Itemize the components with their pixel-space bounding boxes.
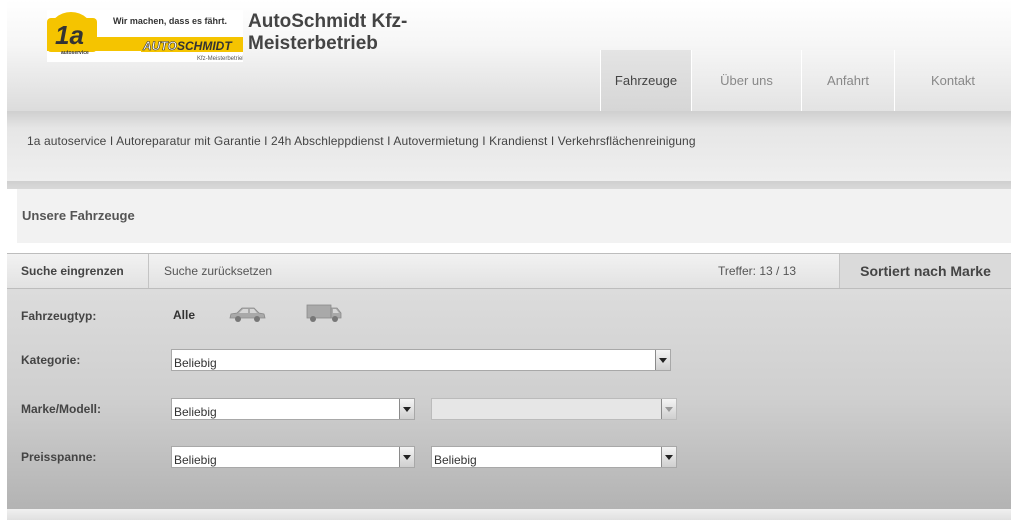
vehicle-type-label: Fahrzeugtyp:	[21, 309, 97, 323]
svg-text:Wir machen, dass es fährt.: Wir machen, dass es fährt.	[113, 16, 227, 26]
chevron-down-icon[interactable]	[399, 447, 414, 467]
price-from-select[interactable]: Beliebig	[171, 446, 415, 468]
search-narrow-tab[interactable]: Suche eingrenzen	[7, 254, 149, 288]
nav-item-anfahrt[interactable]: Anfahrt	[801, 50, 894, 111]
price-from-value: Beliebig	[174, 453, 217, 467]
page-title: Unsere Fahrzeuge	[22, 208, 135, 223]
svg-text:AUTO: AUTO	[142, 39, 177, 53]
tagline-band: 1a autoservice I Autoreparatur mit Garan…	[7, 111, 1011, 181]
search-reset-link[interactable]: Suche zurücksetzen	[164, 264, 272, 278]
search-bar: Suche eingrenzen Suche zurücksetzen Tref…	[7, 253, 1011, 289]
make-model-label: Marke/Modell:	[21, 402, 102, 416]
footer-strip	[7, 509, 1011, 520]
header: 1a autoservice Wir machen, dass es fährt…	[7, 0, 1011, 111]
svg-text:Kfz-Meisterbetrieb: Kfz-Meisterbetrieb	[197, 56, 243, 62]
chevron-down-icon	[661, 399, 676, 419]
divider	[7, 181, 1011, 189]
category-select[interactable]: Beliebig	[171, 349, 671, 371]
nav-item-kontakt[interactable]: Kontakt	[894, 50, 1011, 111]
sort-button[interactable]: Sortiert nach Marke	[839, 254, 1011, 288]
vehicle-type-all[interactable]: Alle	[173, 308, 195, 322]
svg-text:SCHMIDT: SCHMIDT	[177, 39, 233, 53]
main-nav: Fahrzeuge Über uns Anfahrt Kontakt	[600, 50, 1011, 111]
make-select[interactable]: Beliebig	[171, 398, 415, 420]
chevron-down-icon[interactable]	[661, 447, 676, 467]
section-header: Unsere Fahrzeuge	[17, 189, 1011, 243]
price-range-label: Preisspanne:	[21, 450, 97, 464]
page: 1a autoservice Wir machen, dass es fährt…	[0, 0, 1020, 520]
svg-text:autoservice: autoservice	[61, 50, 89, 56]
chevron-down-icon[interactable]	[655, 350, 670, 370]
price-to-value: Beliebig	[434, 453, 477, 467]
nav-item-fahrzeuge[interactable]: Fahrzeuge	[600, 50, 691, 111]
category-select-value: Beliebig	[174, 356, 217, 370]
filter-panel: Fahrzeugtyp: Alle Kategorie: Beliebig Ma…	[7, 289, 1011, 509]
site-title[interactable]: AutoSchmidt Kfz-Meisterbetrieb	[248, 11, 488, 55]
model-select	[431, 398, 677, 420]
chevron-down-icon[interactable]	[399, 399, 414, 419]
category-label: Kategorie:	[21, 353, 81, 367]
tagline: 1a autoservice I Autoreparatur mit Garan…	[27, 134, 696, 148]
van-icon[interactable]	[306, 302, 342, 324]
hit-count: Treffer: 13 / 13	[718, 264, 797, 278]
car-icon[interactable]	[228, 304, 266, 324]
svg-text:1a: 1a	[55, 20, 84, 50]
nav-item-ueber-uns[interactable]: Über uns	[691, 50, 801, 111]
make-select-value: Beliebig	[174, 405, 217, 419]
price-to-select[interactable]: Beliebig	[431, 446, 677, 468]
company-logo[interactable]: 1a autoservice Wir machen, dass es fährt…	[47, 10, 243, 62]
